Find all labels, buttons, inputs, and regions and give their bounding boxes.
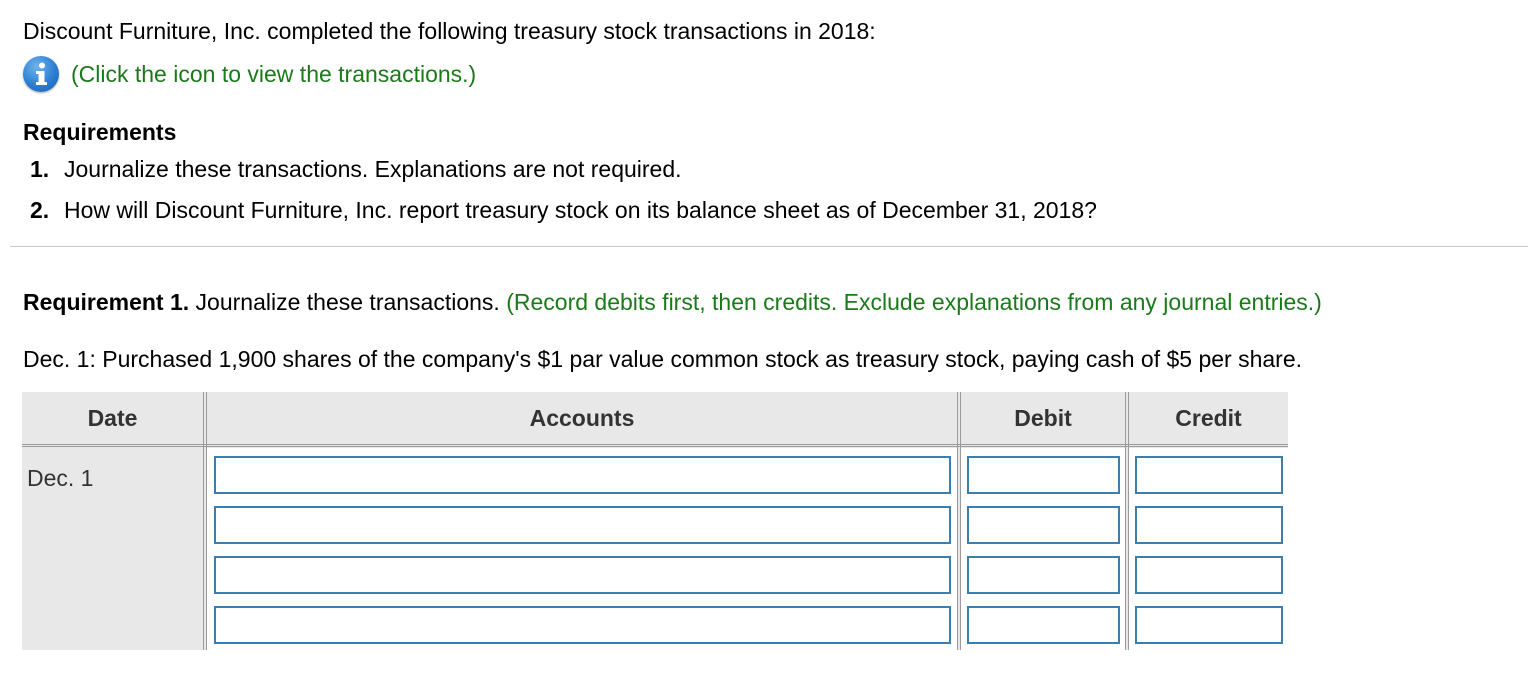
credit-column-header: Credit [1175,404,1242,431]
requirement-1-text: Journalize these transactions. [189,289,507,315]
credit-input[interactable] [1135,506,1283,544]
debit-column-header: Debit [1014,404,1072,431]
debit-input[interactable] [967,456,1120,494]
requirement-number: 2. [30,197,50,223]
requirement-1-heading: Requirement 1. Journalize these transact… [23,288,1322,316]
debit-input[interactable] [967,506,1120,544]
requirement-number: 1. [30,156,50,182]
column-separator [957,392,961,650]
column-separator [203,392,207,650]
column-separator [1125,392,1129,650]
journal-entry-table: Date Accounts Debit Credit Dec. 1 [22,392,1288,650]
debit-input[interactable] [967,556,1120,594]
credit-input[interactable] [1135,456,1283,494]
debit-input[interactable] [967,606,1120,644]
requirement-text: How will Discount Furniture, Inc. report… [64,197,1097,223]
date-column-header: Date [87,404,138,431]
credit-input[interactable] [1135,606,1283,644]
requirement-item: 1. Journalize these transactions. Explana… [30,155,682,183]
requirement-item: 2. How will Discount Furniture, Inc. repo… [30,196,1097,224]
account-input[interactable] [214,606,951,644]
intro-text: Discount Furniture, Inc. completed the f… [23,18,876,44]
account-input[interactable] [214,556,951,594]
transaction-description: Dec. 1: Purchased 1,900 shares of the co… [23,346,1303,372]
header-rule [22,444,1288,447]
credit-input[interactable] [1135,556,1283,594]
date-cell: Dec. 1 [27,465,94,491]
accounts-column-header: Accounts [529,404,635,431]
section-divider [10,246,1528,247]
requirement-1-label: Requirement 1. [23,289,190,315]
account-input[interactable] [214,506,951,544]
requirements-title: Requirements [23,119,177,145]
info-row: (Click the icon to view the transactions… [23,55,476,93]
requirement-1-instruction: (Record debits first, then credits. Excl… [506,289,1322,315]
requirement-text: Journalize these transactions. Explanati… [64,156,682,182]
account-input[interactable] [214,456,951,494]
view-transactions-link[interactable]: (Click the icon to view the transactions… [71,60,476,88]
info-icon[interactable] [23,56,59,92]
